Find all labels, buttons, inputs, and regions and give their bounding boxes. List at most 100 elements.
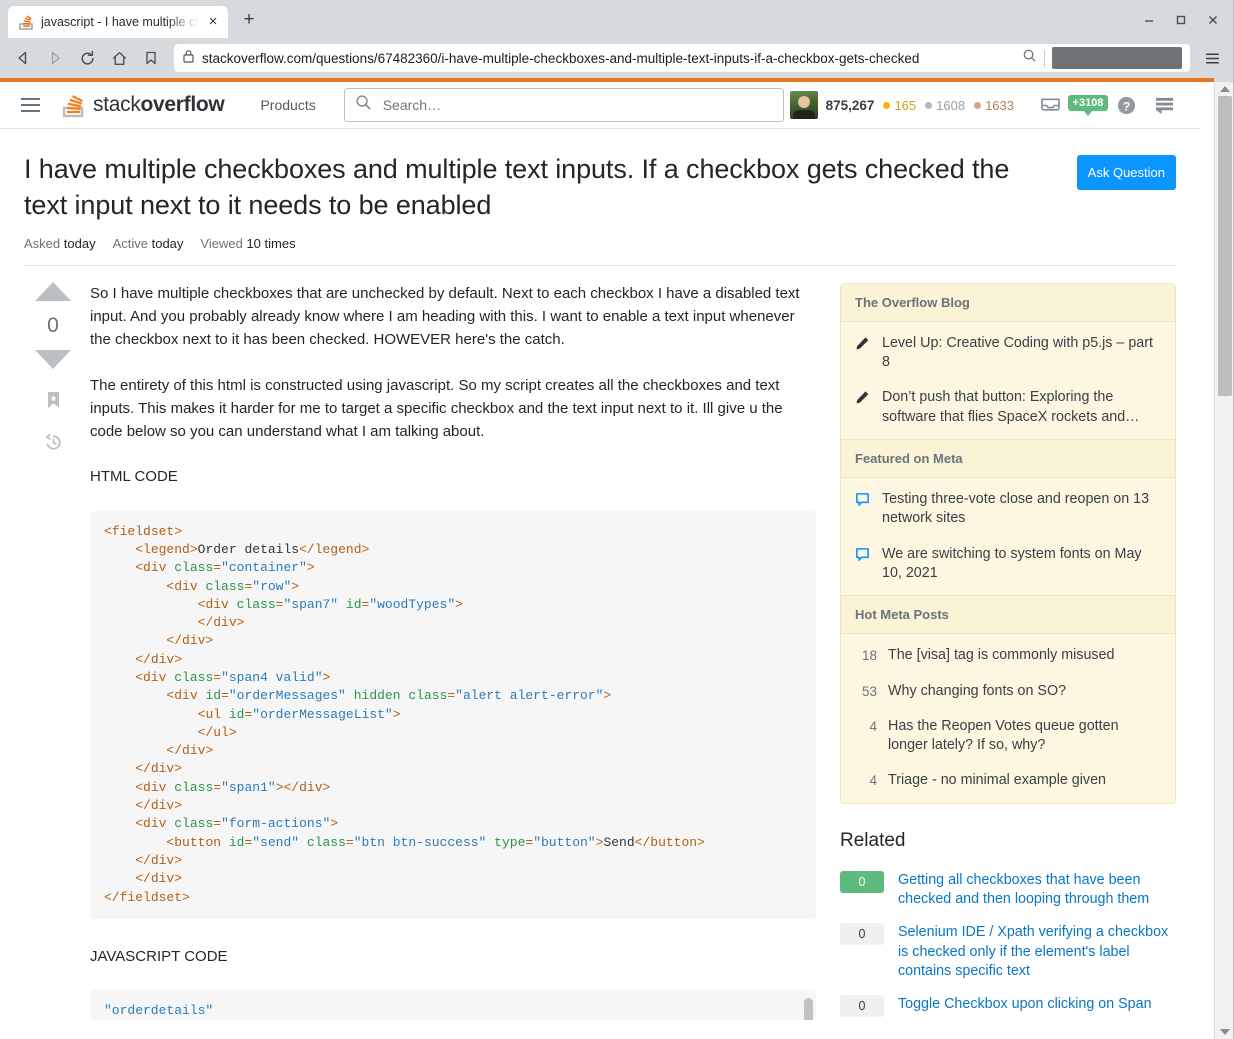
achievements-button[interactable]: +3108 [1067, 88, 1109, 122]
question-post: 0 So I have multiple checkboxes that are… [24, 266, 816, 1024]
javascript-code-block[interactable]: "orderdetails" [90, 990, 816, 1021]
scrollbar-track[interactable] [1218, 96, 1232, 1025]
silver-badge[interactable]: 1608 [925, 98, 965, 113]
gold-badge[interactable]: 165 [883, 98, 916, 113]
speech-bubble-icon [855, 547, 871, 568]
svg-text:?: ? [1122, 99, 1130, 113]
list-item[interactable]: 0 Getting all checkboxes that have been … [840, 864, 1176, 917]
page-title: I have multiple checkboxes and multiple … [24, 154, 1010, 221]
forward-button[interactable] [40, 43, 70, 73]
sidebar: The Overflow Blog Level Up: Creative Cod… [840, 266, 1176, 1024]
question-body-layout: 0 So I have multiple checkboxes that are… [0, 266, 1200, 1024]
gold-badge-count: 165 [894, 97, 917, 113]
related-link[interactable]: Selenium IDE / Xpath verifying a checkbo… [898, 923, 1176, 981]
post-paragraph-1: So I have multiple checkboxes that are u… [90, 284, 800, 349]
scroll-up-arrow-icon[interactable] [1215, 82, 1234, 96]
question-header: I have multiple checkboxes and multiple … [0, 129, 1200, 265]
close-tab-icon[interactable]: × [204, 13, 222, 31]
urlbar-divider [1044, 49, 1045, 67]
list-item[interactable]: We are switching to system fonts on May … [841, 537, 1175, 592]
list-item-label: The [visa] tag is commonly misused [888, 647, 1115, 664]
silver-badge-count: 1608 [936, 97, 966, 113]
list-item[interactable]: Testing three-vote close and reopen on 1… [841, 482, 1175, 537]
browser-navbar: stackoverflow.com/questions/67482360/i-h… [0, 38, 1234, 78]
avatar[interactable] [789, 91, 818, 119]
minimize-button[interactable] [1136, 9, 1162, 31]
html-code-block[interactable]: <fieldset> <legend>Order details</legend… [90, 510, 816, 919]
silver-badge-dot [925, 101, 933, 109]
achievements-count: +3108 [1067, 94, 1109, 111]
upvote-arrow-icon [35, 281, 71, 301]
new-tab-button[interactable]: + [234, 6, 264, 36]
overflow-blog-list: Level Up: Creative Coding with p5.js – p… [841, 322, 1175, 439]
bookmark-icon[interactable] [44, 390, 63, 415]
list-item[interactable]: 4 Has the Reopen Votes queue gotten long… [841, 709, 1175, 764]
lock-icon [182, 49, 195, 68]
browser-tab[interactable]: javascript - I have multiple che × [8, 6, 228, 38]
logo-bold-part: overflow [140, 93, 225, 116]
achievements-wrap[interactable]: +3108 [1067, 94, 1109, 116]
list-item[interactable]: Level Up: Creative Coding with p5.js – p… [841, 326, 1175, 381]
hot-meta-list: 18 The [visa] tag is commonly misused 53… [841, 634, 1175, 802]
close-window-button[interactable] [1200, 9, 1226, 31]
list-item-label: We are switching to system fonts on May … [882, 545, 1142, 581]
meta-active-value: today [151, 235, 184, 251]
meta-viewed: Viewed 10 times [200, 236, 295, 251]
list-item[interactable]: 4 Triage - no minimal example given [841, 763, 1175, 798]
list-item-label: Testing three-vote close and reopen on 1… [882, 491, 1150, 527]
list-item[interactable]: Don’t push that button: Exploring the so… [841, 380, 1175, 435]
home-button[interactable] [104, 43, 134, 73]
nav-icons: +3108 ? [1032, 88, 1182, 122]
back-button[interactable] [8, 43, 38, 73]
badge-counts: 165 1608 1633 [883, 98, 1014, 113]
downvote-button[interactable] [35, 349, 71, 372]
url-bar[interactable]: stackoverflow.com/questions/67482360/i-h… [174, 44, 1190, 72]
related-link[interactable]: Toggle Checkbox upon clicking on Span [898, 995, 1152, 1014]
list-item-label: Level Up: Creative Coding with p5.js – p… [882, 334, 1153, 371]
list-item[interactable]: 18 The [visa] tag is commonly misused [841, 638, 1175, 673]
bookmark-button[interactable] [136, 43, 166, 73]
bronze-badge-count: 1633 [985, 97, 1014, 113]
history-icon[interactable] [44, 433, 63, 457]
list-item[interactable]: 0 Selenium IDE / Xpath verifying a check… [840, 916, 1176, 988]
related-heading: Related [840, 829, 906, 851]
meta-active-label: Active [112, 235, 148, 251]
reputation-count[interactable]: 875,267 [826, 98, 875, 113]
list-item[interactable]: 0 Toggle Checkbox upon clicking on Span [840, 988, 1176, 1024]
ask-question-button[interactable]: Ask Question [1076, 155, 1176, 190]
featured-meta-list: Testing three-vote close and reopen on 1… [841, 478, 1175, 595]
search-input[interactable] [380, 96, 773, 114]
stackoverflow-logo-icon [62, 92, 86, 118]
related-link[interactable]: Getting all checkboxes that have been ch… [898, 871, 1176, 910]
page-search-icon[interactable] [1022, 48, 1037, 68]
reload-button[interactable] [72, 43, 102, 73]
stack-exchange-icon[interactable] [1146, 88, 1182, 122]
bronze-badge[interactable]: 1633 [974, 98, 1014, 113]
list-item-label: Don’t push that button: Exploring the so… [882, 389, 1140, 425]
hamburger-menu-icon[interactable] [12, 98, 48, 112]
related-score-badge: 0 [840, 995, 884, 1018]
browser-window: javascript - I have multiple che × + sta… [0, 0, 1234, 1039]
scroll-down-arrow-icon[interactable] [1215, 1025, 1234, 1039]
meta-active[interactable]: Active today [113, 236, 184, 251]
search-box[interactable] [343, 88, 784, 122]
nav-products[interactable]: Products [260, 97, 315, 113]
code-scrollbar-thumb[interactable] [804, 998, 813, 1021]
upvote-button[interactable] [35, 281, 71, 304]
search-icon [355, 94, 372, 116]
hot-meta-score: 18 [861, 648, 877, 664]
page-scrollbar[interactable] [1214, 82, 1234, 1039]
help-icon[interactable]: ? [1108, 88, 1144, 122]
meta-asked-value: today [63, 235, 96, 251]
maximize-button[interactable] [1168, 9, 1194, 31]
site-logo[interactable]: stackoverflow [62, 92, 225, 118]
list-item[interactable]: 53 Why changing fonts on SO? [841, 674, 1175, 709]
post-text: So I have multiple checkboxes that are u… [82, 282, 816, 1024]
inbox-icon[interactable] [1032, 88, 1068, 122]
vote-column: 0 [24, 281, 82, 1024]
scrollbar-thumb[interactable] [1218, 96, 1232, 396]
urlbar-extension-placeholder[interactable] [1052, 47, 1182, 69]
html-code-label: HTML CODE [90, 468, 178, 486]
list-item-label: Has the Reopen Votes queue gotten longer… [888, 717, 1119, 754]
browser-menu-icon[interactable] [1198, 44, 1226, 72]
